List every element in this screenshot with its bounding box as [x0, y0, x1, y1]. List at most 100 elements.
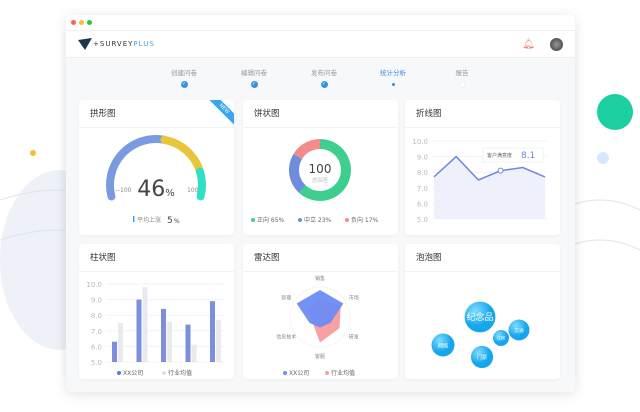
radar-axis-label: 管理	[281, 295, 291, 302]
gauge-card: 拱形图 NEW 46% −100 100 平均上涨 5%	[79, 100, 234, 235]
app-window: + SURVEY PLUS 🔔︎ 创建问卷 ✓ 编辑问卷 ✓ 发布问卷 ✓ 统计分析 报告…	[66, 15, 575, 392]
legend-dot	[117, 371, 121, 375]
bubble-label: 门票	[477, 354, 487, 361]
tooltip-label: 客户满意度	[487, 152, 512, 159]
step-label: 编辑问卷	[241, 69, 267, 77]
line-card: 折线图 10.0 9.0 8.0 7.0 6.0 5.0 客户满意度 8.1	[405, 100, 560, 235]
step-create[interactable]: 创建问卷 ✓	[159, 67, 209, 88]
close-dot[interactable]	[71, 20, 76, 25]
maximize-dot[interactable]	[87, 20, 92, 25]
bar-1-1	[142, 287, 148, 362]
step-edit[interactable]: 编辑问卷 ✓	[229, 67, 279, 88]
card-title: 折线图	[405, 100, 560, 128]
y-tick-label: 10.0	[86, 281, 102, 289]
bar-1-4	[216, 319, 221, 362]
card-title: 拱形图	[79, 100, 234, 128]
highlight-point	[497, 167, 504, 174]
footer-label: 平均上涨	[137, 216, 161, 224]
legend-label: XX公司	[123, 370, 143, 377]
pie-center-value: 100	[309, 162, 332, 176]
legend-label: 中立 23%	[304, 216, 332, 224]
bubble-chart: 纪念品网络门票 住宿 交通	[431, 301, 530, 369]
check-icon: ✓	[250, 81, 258, 88]
bubble-label: 纪念品	[466, 311, 493, 323]
pie-slice-1	[289, 153, 306, 193]
radar-axis-label: 销售	[315, 275, 325, 282]
notification-icon[interactable]: 🔔︎	[522, 39, 535, 50]
bubble-card: 泡泡图纪念品网络门票 住宿 交通	[405, 244, 560, 379]
legend-dot	[345, 218, 349, 222]
footer-unit: %	[174, 218, 180, 225]
card-title: 雷达图	[243, 244, 398, 272]
legend-label: 负向 17%	[351, 216, 379, 224]
card-title: 柱状图	[79, 244, 234, 272]
step-analysis[interactable]: 统计分析	[368, 67, 418, 86]
check-icon: ✓	[180, 81, 188, 88]
legend-label: XX公司	[289, 370, 309, 377]
pie-slice-2	[293, 139, 321, 160]
step-label: 发布问卷	[311, 69, 337, 77]
logo[interactable]: + SURVEY PLUS	[78, 38, 155, 50]
bar-chart: 10.0 9.0 8.0 7.0 6.0 5.0 XX公司 行业均值	[86, 281, 225, 377]
legend-dot	[283, 371, 287, 375]
legend-label: 行业均值	[168, 369, 192, 377]
y-tick-label: 7.0	[417, 185, 428, 193]
gauge-arc-mid	[160, 135, 205, 176]
pie-card: 饼状图正向 65% 中立 23% 负向 17% 100 总回答	[243, 100, 398, 235]
trend-up-icon	[133, 216, 135, 222]
app-header: + SURVEY PLUS 🔔︎	[66, 30, 575, 58]
footer-value: 5	[167, 216, 173, 226]
gauge-chart: 46% −100 100 平均上涨 5%	[106, 135, 206, 226]
bar-1-2	[167, 321, 172, 362]
bar-0-2	[161, 308, 166, 362]
bar-1-0	[118, 323, 123, 362]
line-chart: 10.0 9.0 8.0 7.0 6.0 5.0 客户满意度 8.1	[412, 138, 547, 224]
check-icon: ✓	[320, 81, 328, 88]
progress-steps: 创建问卷 ✓ 编辑问卷 ✓ 发布问卷 ✓ 统计分析 报告	[66, 67, 575, 97]
card-title: 饼状图	[243, 100, 398, 128]
step-label: 统计分析	[380, 69, 406, 77]
step-publish[interactable]: 发布问卷 ✓	[299, 67, 349, 88]
card-title: 泡泡图	[405, 244, 560, 272]
bar-0-0	[112, 341, 117, 362]
bubble-label: 住宿	[497, 335, 505, 341]
bar-1-3	[191, 344, 197, 362]
tooltip-value: 8.1	[521, 151, 535, 161]
y-tick-label: 10.0	[412, 138, 428, 146]
y-tick-label: 5.0	[91, 359, 102, 367]
logo-icon	[78, 38, 92, 50]
bubble-label: 网络	[438, 341, 448, 349]
radar-axis-label: 客服	[315, 353, 325, 360]
legend-dot	[298, 218, 302, 222]
gauge-value: 46%	[137, 177, 175, 202]
logo-accent: PLUS	[133, 40, 155, 48]
step-report[interactable]: 报告	[437, 67, 487, 88]
bubble-label: 交通	[514, 327, 524, 334]
legend-dot	[325, 371, 329, 375]
y-tick-label: 9.0	[417, 154, 428, 162]
pie-center-label: 总回答	[312, 176, 329, 184]
logo-text: SURVEY	[99, 40, 134, 48]
bar-0-3	[185, 324, 191, 362]
avatar[interactable]	[550, 38, 563, 51]
title-bar	[66, 15, 575, 30]
y-tick-label: 7.0	[91, 328, 102, 336]
radar-card: 雷达图 销售 市场 研发 客服 信息技术 管理 XX公司 行业均值	[243, 244, 398, 379]
step-label: 报告	[455, 69, 469, 77]
step-label: 创建问卷	[171, 69, 197, 77]
bar-card: 柱状图 10.0 9.0 8.0 7.0 6.0 5.0 XX公司 行业均值	[79, 244, 234, 379]
radar-axis-label: 研发	[349, 334, 359, 341]
legend-label: 正向 65%	[257, 216, 285, 224]
radar-axis-label: 信息技术	[276, 334, 296, 341]
legend-label: 行业均值	[331, 369, 355, 377]
pending-dot-icon	[458, 81, 466, 88]
y-tick-label: 6.0	[91, 343, 102, 351]
teal-circle	[597, 94, 633, 130]
y-tick-label: 6.0	[417, 200, 428, 208]
gauge-arc-high	[196, 167, 206, 201]
legend-dot	[162, 371, 166, 375]
minimize-dot[interactable]	[79, 20, 84, 25]
bar-0-1	[136, 299, 142, 362]
pie-chart: 正向 65% 中立 23% 负向 17% 100总回答	[251, 139, 379, 224]
y-tick-label: 8.0	[91, 312, 102, 320]
